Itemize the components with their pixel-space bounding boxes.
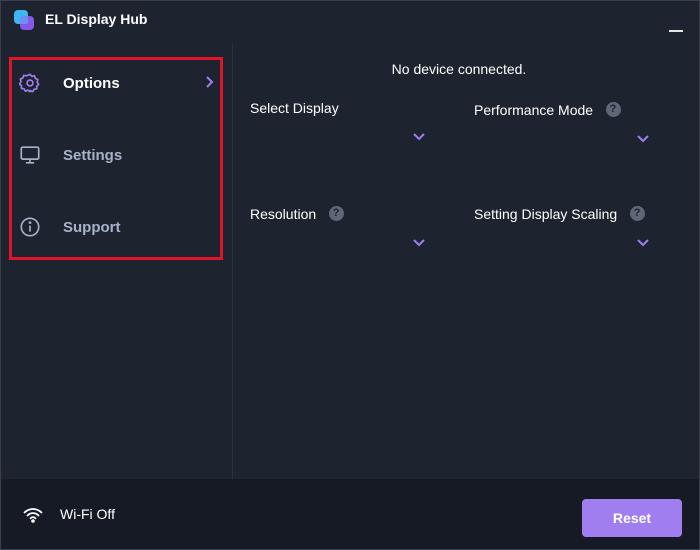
chevron-down-icon[interactable] (412, 129, 426, 141)
gear-icon (19, 72, 41, 94)
select-display-field[interactable]: Select Display (250, 99, 440, 149)
display-scaling-label: Setting Display Scaling (474, 205, 618, 222)
info-icon (19, 216, 41, 238)
wifi-icon[interactable] (23, 507, 43, 523)
help-icon[interactable]: ? (328, 206, 344, 222)
performance-mode-label: Performance Mode (474, 101, 594, 118)
title-bar: EL Display Hub (1, 1, 699, 43)
select-display-label: Select Display (250, 99, 339, 116)
monitor-icon (19, 144, 41, 166)
resolution-field[interactable]: Resolution ? (250, 205, 440, 255)
main-panel: No device connected. Select Display Perf… (234, 43, 699, 479)
chevron-down-icon[interactable] (412, 235, 426, 247)
performance-mode-field[interactable]: Performance Mode ? (474, 101, 664, 151)
sidebar-item-options[interactable]: Options (13, 59, 217, 107)
help-icon[interactable]: ? (605, 102, 621, 118)
sidebar-item-label: Support (63, 218, 121, 236)
sidebar: Options Settings Support (1, 43, 233, 479)
sidebar-item-support[interactable]: Support (13, 203, 217, 251)
minimize-icon[interactable] (665, 13, 689, 37)
el-display-hub-logo-icon (13, 9, 37, 33)
wifi-status-label: Wi-Fi Off (60, 506, 115, 522)
app-window: EL Display Hub Options Settings Support … (0, 0, 700, 550)
display-scaling-field[interactable]: Setting Display Scaling ? (474, 205, 664, 255)
resolution-label: Resolution (250, 205, 317, 222)
chevron-right-icon (205, 75, 215, 89)
footer-bar: Wi-Fi Off Reset (1, 479, 699, 549)
sidebar-item-settings[interactable]: Settings (13, 131, 217, 179)
sidebar-item-label: Options (63, 74, 120, 92)
chevron-down-icon[interactable] (636, 235, 650, 247)
reset-button[interactable]: Reset (582, 499, 682, 537)
app-title: EL Display Hub (45, 11, 148, 27)
device-status-text: No device connected. (391, 61, 527, 77)
chevron-down-icon[interactable] (636, 131, 650, 143)
help-icon[interactable]: ? (629, 206, 645, 222)
sidebar-item-label: Settings (63, 146, 123, 164)
